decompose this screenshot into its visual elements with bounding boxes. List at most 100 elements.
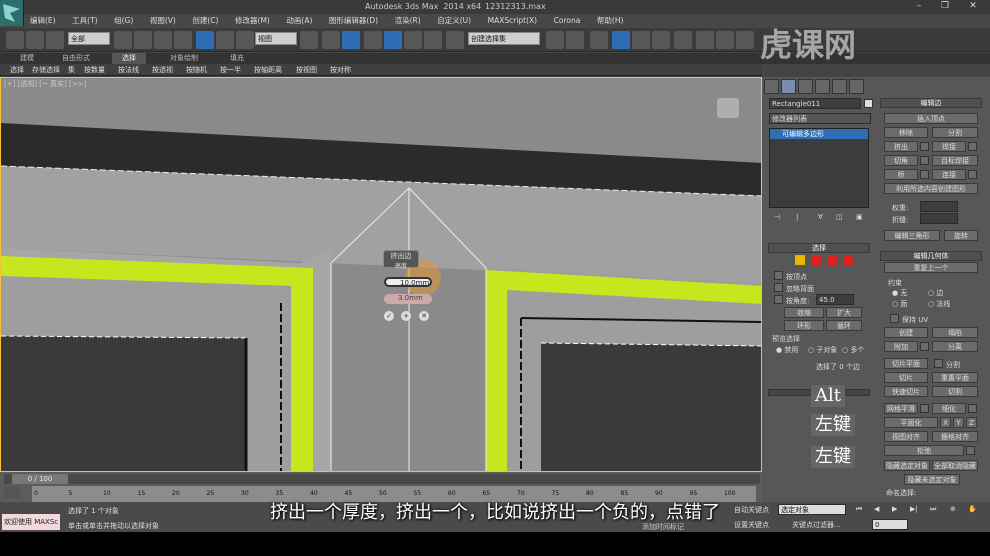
angle-snap-icon[interactable]: [384, 31, 402, 49]
edge-mode-icon[interactable]: [811, 255, 821, 265]
rendered-frame-icon[interactable]: [716, 31, 734, 49]
stack-item[interactable]: 可编辑多边形: [770, 129, 868, 139]
edit-edges-header[interactable]: 编辑边: [880, 98, 982, 108]
object-color-swatch[interactable]: [864, 99, 873, 108]
constraint-none-radio[interactable]: ● 无: [892, 288, 907, 298]
ribbon-by-numeric[interactable]: 按数量: [84, 64, 105, 76]
material-editor-icon[interactable]: [674, 31, 692, 49]
weight-field[interactable]: [920, 201, 958, 212]
bind-spacewarp-icon[interactable]: [46, 31, 64, 49]
meshsmooth-settings-icon[interactable]: [920, 404, 929, 413]
schematic-view-icon[interactable]: [652, 31, 670, 49]
create-shape-button[interactable]: 利用所选内容创建图形: [884, 183, 978, 194]
meshsmooth-button[interactable]: 网格平滑: [884, 403, 918, 414]
ribbon-by-random[interactable]: 按随机: [186, 64, 207, 76]
bridge-settings-icon[interactable]: [920, 170, 929, 179]
planar-y-button[interactable]: Y: [953, 417, 964, 428]
edit-named-sel-icon[interactable]: [446, 31, 464, 49]
target-weld-button[interactable]: 目标焊接: [932, 155, 978, 166]
collapse-button[interactable]: 塌陷: [932, 327, 978, 338]
remove-modifier-icon[interactable]: ◫: [836, 213, 843, 221]
graphite-ribbon-icon[interactable]: [612, 31, 630, 49]
loop-button[interactable]: 循环: [826, 320, 862, 331]
apply-icon[interactable]: +: [401, 311, 411, 321]
ribbon-by-pivot-distance[interactable]: 按轴距离: [254, 64, 282, 76]
ribbon-by-perspective[interactable]: 按透视: [152, 64, 173, 76]
constraint-normal-radio[interactable]: ○ 法线: [928, 299, 950, 309]
caddy-width-field[interactable]: 3.0mm: [384, 294, 432, 304]
vertex-mode-icon[interactable]: [795, 255, 805, 265]
caddy-height-field[interactable]: 10.0mm: [384, 277, 432, 287]
spinner-snap-icon[interactable]: [424, 31, 442, 49]
grow-button[interactable]: 扩大: [826, 307, 862, 318]
modifier-list-dropdown[interactable]: 修改器列表: [769, 113, 871, 124]
ribbon-tab-selection[interactable]: 选择: [112, 53, 146, 64]
menu-animation[interactable]: 动画(A): [286, 14, 312, 28]
render-setup-icon[interactable]: [696, 31, 714, 49]
extrude-button[interactable]: 挤出: [884, 141, 918, 152]
by-angle-checkbox[interactable]: [774, 295, 783, 304]
viewport-label[interactable]: [+] [透视] [~ 真实] [>>]: [4, 79, 86, 89]
select-scale-icon[interactable]: [236, 31, 254, 49]
extrude-settings-icon[interactable]: [920, 142, 929, 151]
grid-align-button[interactable]: 栅格对齐: [932, 431, 978, 442]
ribbon-by-symmetry[interactable]: 按对称: [330, 64, 351, 76]
ok-icon[interactable]: ✓: [384, 311, 394, 321]
cut-button[interactable]: 切割: [932, 386, 978, 397]
tessellate-button[interactable]: 细化: [932, 403, 966, 414]
align-icon[interactable]: [566, 31, 584, 49]
chamfer-settings-icon[interactable]: [920, 156, 929, 165]
edit-geometry-header[interactable]: 编辑几何体: [880, 251, 982, 261]
constraint-edge-radio[interactable]: ○ 边: [928, 288, 943, 298]
detach-button[interactable]: 分离: [932, 341, 978, 352]
link-icon[interactable]: [6, 31, 24, 49]
repeat-last-button[interactable]: 重复上一个: [884, 262, 978, 273]
keyboard-shortcut-toggle-icon[interactable]: [342, 31, 360, 49]
ribbon-store-selection[interactable]: 存储选择: [32, 64, 60, 76]
display-tab-icon[interactable]: [832, 79, 847, 94]
ref-coord-dropdown[interactable]: 视图: [255, 32, 297, 45]
ribbon-tab-object-paint[interactable]: 对象绘制: [170, 53, 198, 64]
unlink-icon[interactable]: [26, 31, 44, 49]
mini-curve-editor-icon[interactable]: [4, 486, 20, 498]
minimize-icon[interactable]: –: [908, 1, 930, 11]
hide-selected-button[interactable]: 隐藏选定对象: [884, 460, 930, 471]
ribbon-sets[interactable]: 集: [68, 64, 75, 76]
menu-customize[interactable]: 自定义(U): [437, 14, 471, 28]
menu-group[interactable]: 组(G): [114, 14, 133, 28]
rect-selection-icon[interactable]: [154, 31, 172, 49]
reset-plane-button[interactable]: 重置平面: [932, 372, 978, 383]
border-mode-icon[interactable]: [827, 255, 837, 265]
menu-create[interactable]: 创建(C): [192, 14, 218, 28]
slice-button[interactable]: 切片: [884, 372, 928, 383]
unhide-all-button[interactable]: 全部取消隐藏: [932, 460, 978, 471]
by-vertex-checkbox[interactable]: [774, 271, 783, 280]
perspective-viewport[interactable]: 挤出边 高度 10.0mm 3.0mm ✓ + ✕: [0, 77, 762, 472]
connect-button[interactable]: 连接: [932, 169, 966, 180]
split-checkbox[interactable]: [934, 359, 943, 368]
create-tab-icon[interactable]: [764, 79, 779, 94]
preview-subobj-radio[interactable]: ○ 子对象: [808, 345, 837, 355]
relax-button[interactable]: 松弛: [884, 445, 964, 456]
select-move-icon[interactable]: [196, 31, 214, 49]
angle-value-field[interactable]: 45.0: [816, 294, 854, 305]
motion-tab-icon[interactable]: [815, 79, 830, 94]
menu-corona[interactable]: Corona: [554, 14, 581, 28]
selection-filter-dropdown[interactable]: 全部: [68, 32, 110, 45]
preview-off-radio[interactable]: ● 禁用: [776, 345, 798, 355]
time-slider-thumb[interactable]: 0 / 100: [12, 474, 68, 484]
make-planar-button[interactable]: 平面化: [884, 417, 938, 428]
tessellate-settings-icon[interactable]: [968, 404, 977, 413]
relax-settings-icon[interactable]: [966, 446, 975, 455]
preview-multi-radio[interactable]: ○ 多个: [842, 345, 864, 355]
weld-button[interactable]: 焊接: [932, 141, 966, 152]
shrink-button[interactable]: 收缩: [784, 307, 824, 318]
render-teapot-icon[interactable]: [736, 31, 754, 49]
select-rotate-icon[interactable]: [216, 31, 234, 49]
preserve-uv-checkbox[interactable]: [890, 314, 899, 323]
restore-icon[interactable]: ❐: [934, 1, 956, 11]
menu-views[interactable]: 视图(V): [150, 14, 176, 28]
menu-tools[interactable]: 工具(T): [72, 14, 97, 28]
constraint-face-radio[interactable]: ○ 面: [892, 299, 907, 309]
object-name-field[interactable]: Rectangle011: [769, 98, 861, 109]
